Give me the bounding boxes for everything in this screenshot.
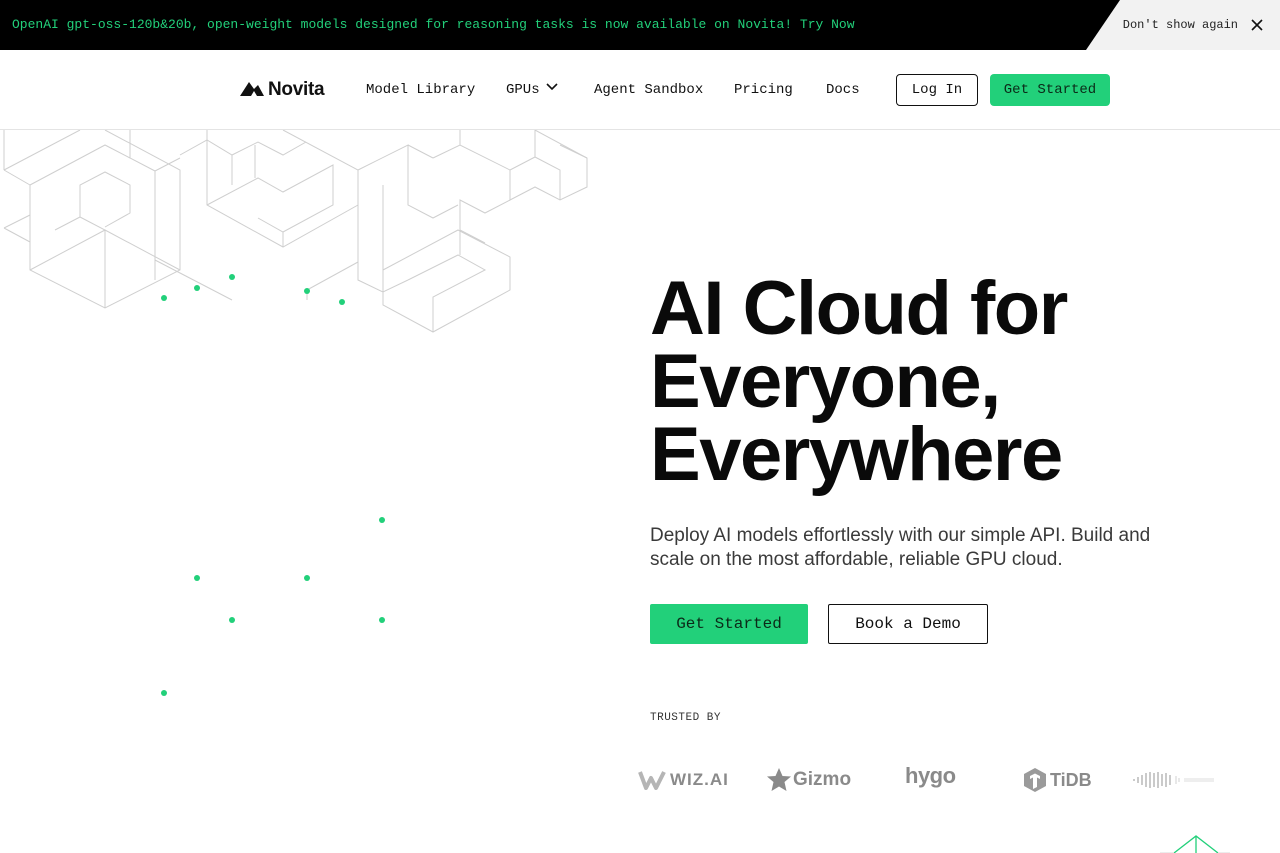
tidb-mark-icon bbox=[1024, 768, 1046, 792]
hero-title-line-2: Everyone, bbox=[650, 339, 1001, 424]
star-icon bbox=[767, 768, 791, 791]
hygo-wordmark: hygo bbox=[905, 763, 956, 788]
announcement-link[interactable]: OpenAI gpt-oss-120b&20b, open-weight mod… bbox=[12, 0, 855, 50]
novita-logo[interactable]: Novita bbox=[240, 79, 325, 101]
wizai-mark-icon bbox=[638, 771, 666, 790]
close-icon[interactable] bbox=[1246, 14, 1268, 36]
nav-docs[interactable]: Docs bbox=[826, 50, 860, 130]
nav-gpus[interactable]: GPUs bbox=[506, 50, 558, 130]
hero-title-line-3: Everywhere bbox=[650, 412, 1063, 497]
nav-gpus-label: GPUs bbox=[506, 82, 540, 98]
gizmo-wordmark: Gizmo bbox=[793, 769, 852, 790]
announcement-bar: OpenAI gpt-oss-120b&20b, open-weight mod… bbox=[0, 0, 1280, 50]
login-button[interactable]: Log In bbox=[896, 74, 978, 106]
waveform-logo bbox=[1132, 760, 1216, 800]
brand-name: Novita bbox=[268, 79, 325, 100]
tidb-logo: TiDB bbox=[1023, 760, 1092, 800]
partner-logos: WIZ.AI Gizmo hygo TiDB bbox=[638, 760, 1218, 800]
waveform-icon bbox=[1133, 772, 1214, 788]
nav-pricing[interactable]: Pricing bbox=[734, 50, 793, 130]
novita-mark-icon bbox=[240, 80, 264, 101]
hero-title-line-1: AI Cloud for bbox=[650, 266, 1068, 351]
wizai-logo: WIZ.AI bbox=[638, 760, 729, 800]
trusted-by-label: TRUSTED BY bbox=[650, 712, 722, 724]
gizmo-logo: Gizmo bbox=[766, 760, 851, 800]
announcement-dismiss-area: Don't show again bbox=[1086, 0, 1280, 50]
isometric-network-graphic bbox=[3, 130, 588, 853]
top-navigation: Novita Model Library GPUs Agent Sandbox … bbox=[0, 50, 1280, 130]
hero-subtitle: Deploy AI models effortlessly with our s… bbox=[650, 525, 1151, 570]
corner-decoration bbox=[1160, 835, 1230, 853]
dont-show-again-button[interactable]: Don't show again bbox=[1123, 0, 1238, 50]
nav-model-library[interactable]: Model Library bbox=[366, 50, 475, 130]
nav-agent-sandbox[interactable]: Agent Sandbox bbox=[594, 50, 703, 130]
chevron-down-icon bbox=[546, 48, 558, 128]
wizai-wordmark: WIZ.AI bbox=[670, 770, 729, 789]
book-demo-button[interactable]: Book a Demo bbox=[828, 604, 988, 644]
hero-title: AI Cloud for Everyone, Everywhere bbox=[650, 266, 1210, 497]
hygo-logo: hygo bbox=[905, 756, 956, 796]
nav-get-started-button[interactable]: Get Started bbox=[990, 74, 1110, 106]
hero-get-started-button[interactable]: Get Started bbox=[650, 604, 808, 644]
tidb-wordmark: TiDB bbox=[1050, 769, 1092, 790]
